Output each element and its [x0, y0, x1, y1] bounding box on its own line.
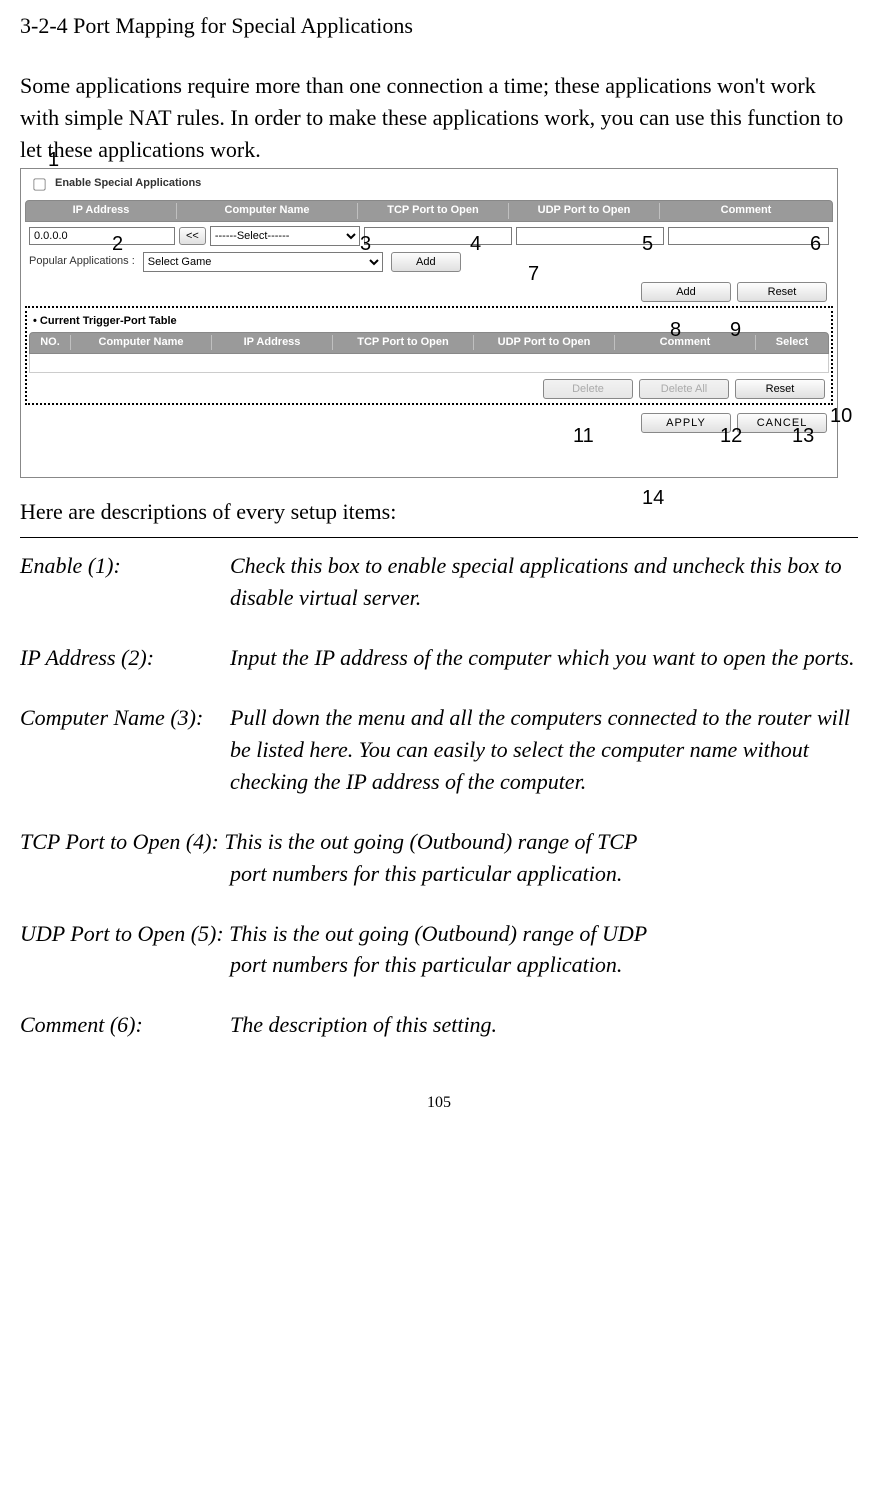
hdr2-no: NO.	[30, 335, 71, 351]
callout-7: 7	[528, 260, 539, 289]
enable-checkbox[interactable]	[33, 178, 45, 190]
section-heading: 3-2-4 Port Mapping for Special Applicati…	[20, 10, 858, 42]
enable-label: Enable Special Applications	[55, 176, 201, 192]
hdr2-ip: IP Address	[212, 335, 333, 351]
hdr-tcp: TCP Port to Open	[358, 203, 509, 219]
router-config-screenshot: Enable Special Applications IP Address C…	[20, 168, 838, 478]
ip-address-input[interactable]	[29, 227, 175, 245]
trigger-table-body	[29, 354, 829, 373]
hdr-ip: IP Address	[26, 203, 177, 219]
hdr-comment: Comment	[660, 203, 832, 219]
hdr-computer: Computer Name	[177, 203, 358, 219]
assign-button[interactable]: <<	[179, 227, 206, 245]
desc-computer-name: Pull down the menu and all the computers…	[230, 702, 858, 798]
desc-udp-first: This is the out going (Outbound) range o…	[229, 921, 647, 946]
term-comment: Comment (6):	[20, 1009, 230, 1041]
callout-11: 11	[573, 422, 594, 451]
computer-name-select[interactable]: ------Select------	[210, 226, 360, 246]
add-button[interactable]: Add	[641, 282, 731, 302]
callout-1: 1	[48, 146, 59, 175]
trigger-table-box: • Current Trigger-Port Table NO. Compute…	[25, 306, 833, 405]
reset2-button[interactable]: Reset	[735, 379, 825, 399]
desc-tcp-first: This is the out going (Outbound) range o…	[224, 829, 637, 854]
popular-apps-select[interactable]: Select Game	[143, 252, 383, 272]
comment-input[interactable]	[668, 227, 829, 245]
callout-4: 4	[470, 230, 481, 259]
hdr2-udp: UDP Port to Open	[474, 335, 615, 351]
term-udp: UDP Port to Open (5):	[20, 921, 229, 946]
top-table-header: IP Address Computer Name TCP Port to Ope…	[25, 200, 833, 222]
separator	[20, 537, 858, 538]
term-computer-name: Computer Name (3):	[20, 702, 230, 798]
desc-udp-cont: port numbers for this particular applica…	[20, 949, 858, 981]
callout-14: 14	[642, 484, 664, 513]
callout-6: 6	[810, 230, 821, 259]
hdr2-tcp: TCP Port to Open	[333, 335, 474, 351]
desc-enable: Check this box to enable special applica…	[230, 550, 858, 614]
callout-3: 3	[360, 230, 371, 259]
descriptions-intro: Here are descriptions of every setup ite…	[20, 496, 858, 528]
reset-button[interactable]: Reset	[737, 282, 827, 302]
page-number: 105	[20, 1091, 858, 1114]
term-ip: IP Address (2):	[20, 642, 230, 674]
desc-comment: The description of this setting.	[230, 1009, 858, 1041]
delete-button[interactable]: Delete	[543, 379, 633, 399]
desc-ip: Input the IP address of the computer whi…	[230, 642, 858, 674]
callout-5: 5	[642, 230, 653, 259]
term-tcp: TCP Port to Open (4):	[20, 829, 224, 854]
term-enable: Enable (1):	[20, 550, 230, 614]
delete-all-button[interactable]: Delete All	[639, 379, 729, 399]
callout-9: 9	[730, 316, 741, 345]
callout-2: 2	[112, 230, 123, 259]
trigger-title: Current Trigger-Port Table	[40, 315, 177, 327]
callout-12: 12	[720, 422, 742, 451]
callout-8: 8	[670, 316, 681, 345]
hdr-udp: UDP Port to Open	[509, 203, 660, 219]
popular-add-button[interactable]: Add	[391, 252, 461, 272]
intro-paragraph: Some applications require more than one …	[20, 70, 858, 166]
callout-13: 13	[792, 422, 814, 451]
tcp-port-input[interactable]	[364, 227, 512, 245]
desc-tcp-cont: port numbers for this particular applica…	[20, 858, 858, 890]
callout-10: 10	[830, 402, 852, 431]
hdr2-select: Select	[756, 335, 828, 351]
hdr2-computer: Computer Name	[71, 335, 212, 351]
apply-button[interactable]: APPLY	[641, 413, 731, 433]
